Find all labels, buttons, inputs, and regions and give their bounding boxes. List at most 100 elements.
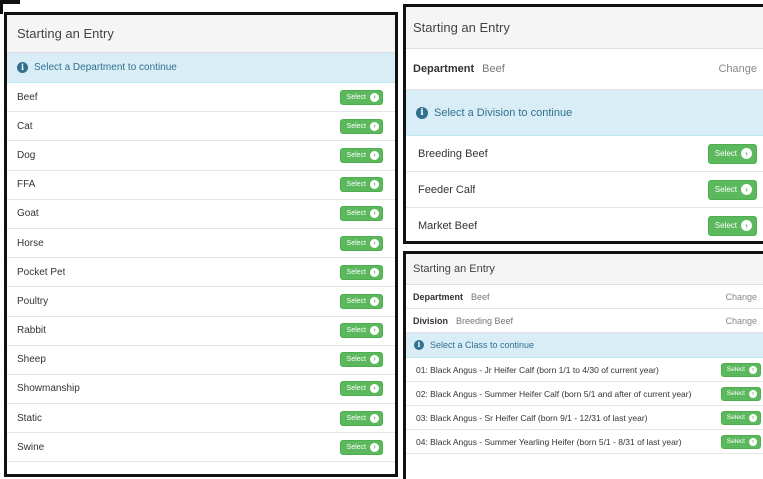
department-summary-row: Department Beef Change — [406, 49, 763, 90]
chevron-circle-right-icon: › — [370, 150, 379, 160]
select-button[interactable]: Select › — [339, 89, 383, 105]
chevron-circle-right-icon: › — [741, 184, 752, 195]
list-item: 02: Black Angus - Summer Heifer Calf (bo… — [406, 382, 763, 406]
list-item: 03: Black Angus - Sr Heifer Calf (born 9… — [406, 406, 763, 430]
list-item: Goat Select › — [7, 200, 395, 229]
department-name: Goat — [17, 208, 39, 220]
chevron-circle-right-icon: › — [370, 355, 379, 365]
select-button[interactable]: Select › — [720, 362, 761, 377]
select-button[interactable]: Select › — [339, 235, 383, 251]
department-name: Cat — [17, 120, 33, 132]
list-item: 01: Black Angus - Jr Heifer Calf (born 1… — [406, 358, 763, 382]
list-item: Feeder Calf Select › — [406, 172, 763, 208]
class-name: 03: Black Angus - Sr Heifer Calf (born 9… — [416, 412, 648, 423]
chevron-circle-right-icon: › — [370, 92, 379, 102]
chevron-circle-right-icon: › — [370, 180, 379, 190]
chevron-circle-right-icon: › — [370, 413, 379, 423]
chevron-circle-right-icon: › — [370, 121, 379, 131]
panel-heading: Starting an Entry — [7, 15, 395, 53]
division-selection-panel: Starting an Entry Department Beef Change… — [403, 4, 763, 244]
division-name: Breeding Beef — [418, 147, 488, 160]
panel-heading: Starting an Entry — [406, 7, 763, 49]
chevron-circle-right-icon: › — [749, 413, 757, 422]
department-name: Beef — [17, 91, 38, 103]
department-value: Beef — [482, 63, 505, 75]
department-name: Pocket Pet — [17, 266, 66, 278]
list-item: Showmanship Select › — [7, 375, 395, 405]
class-selection-panel: Starting an Entry Department Beef Change… — [403, 251, 763, 479]
select-button[interactable]: Select › — [339, 118, 383, 134]
frame-edge-left — [0, 0, 3, 14]
department-name: Horse — [17, 237, 44, 249]
select-button[interactable]: Select › — [339, 177, 383, 193]
chevron-circle-right-icon: › — [370, 384, 379, 394]
panel-heading: Starting an Entry — [406, 254, 763, 285]
list-item: FFA Select › — [7, 171, 395, 200]
list-item: Cat Select › — [7, 112, 395, 142]
department-name: Sheep — [17, 354, 46, 366]
department-name: Showmanship — [17, 383, 80, 395]
class-name: 02: Black Angus - Summer Heifer Calf (bo… — [416, 388, 692, 399]
select-button[interactable]: Select › — [339, 323, 383, 339]
chevron-circle-right-icon: › — [370, 267, 379, 277]
select-button[interactable]: Select › — [707, 215, 757, 236]
select-button[interactable]: Select › — [339, 439, 383, 455]
list-item: Beef Select › — [7, 83, 395, 113]
select-button[interactable]: Select › — [339, 410, 383, 426]
class-name: 04: Black Angus - Summer Yearling Heifer… — [416, 436, 682, 447]
chevron-circle-right-icon: › — [370, 238, 379, 248]
list-item: Sheep Select › — [7, 346, 395, 375]
division-name: Market Beef — [418, 219, 478, 232]
department-name: Poultry — [17, 295, 49, 307]
info-circle-icon: i — [416, 106, 428, 119]
frame-edge-top — [0, 0, 20, 4]
department-selection-panel: Starting an Entry i Select a Department … — [4, 12, 398, 477]
select-button[interactable]: Select › — [720, 410, 761, 425]
select-button[interactable]: Select › — [339, 293, 383, 309]
select-button[interactable]: Select › — [339, 352, 383, 368]
info-alert: i Select a Class to continue — [406, 333, 763, 358]
department-value: Beef — [471, 291, 490, 302]
chevron-circle-right-icon: › — [741, 148, 752, 159]
select-button[interactable]: Select › — [339, 147, 383, 163]
class-list: 01: Black Angus - Jr Heifer Calf (born 1… — [406, 358, 763, 454]
list-item: Static Select › — [7, 404, 395, 434]
info-alert: i Select a Department to continue — [7, 53, 395, 83]
list-item: Horse Select › — [7, 229, 395, 259]
department-name: Static — [17, 412, 43, 424]
change-division-link[interactable]: Change — [725, 316, 757, 326]
select-button[interactable]: Select › — [720, 386, 761, 401]
info-circle-icon: i — [414, 340, 424, 350]
department-summary-row: Department Beef Change — [406, 285, 763, 309]
department-name: Rabbit — [17, 325, 46, 337]
department-list: Beef Select › Cat Select › Dog Select › FFA Sel… — [7, 83, 395, 463]
chevron-circle-right-icon: › — [741, 220, 752, 231]
chevron-circle-right-icon: › — [370, 326, 379, 336]
department-name: FFA — [17, 179, 36, 191]
department-name: Swine — [17, 441, 45, 453]
change-department-link[interactable]: Change — [725, 292, 757, 302]
list-item: 04: Black Angus - Summer Yearling Heifer… — [406, 430, 763, 454]
select-button[interactable]: Select › — [339, 206, 383, 222]
list-item: Rabbit Select › — [7, 317, 395, 346]
chevron-circle-right-icon: › — [749, 389, 757, 398]
list-item: Poultry Select › — [7, 287, 395, 317]
list-item: Dog Select › — [7, 141, 395, 171]
division-label: Division — [413, 315, 449, 326]
info-circle-icon: i — [17, 62, 28, 73]
division-list: Breeding Beef Select › Feeder Calf Select › … — [406, 136, 763, 241]
select-button[interactable]: Select › — [339, 264, 383, 280]
department-name: Dog — [17, 149, 36, 161]
select-button[interactable]: Select › — [707, 179, 757, 200]
select-button[interactable]: Select › — [339, 381, 383, 397]
info-text: Select a Class to continue — [430, 340, 535, 350]
division-value: Breeding Beef — [456, 315, 514, 326]
chevron-circle-right-icon: › — [370, 442, 379, 452]
list-item: Swine Select › — [7, 433, 395, 463]
select-button[interactable]: Select › — [707, 143, 757, 164]
change-department-link[interactable]: Change — [718, 63, 757, 75]
class-name: 01: Black Angus - Jr Heifer Calf (born 1… — [416, 364, 659, 375]
select-button[interactable]: Select › — [720, 434, 761, 449]
department-label: Department — [413, 291, 464, 302]
list-item: Market Beef Select › — [406, 208, 763, 241]
